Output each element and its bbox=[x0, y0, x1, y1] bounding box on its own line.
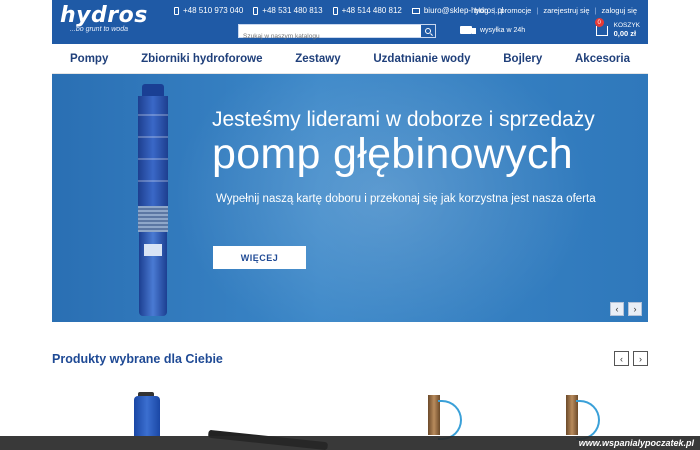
contact-phone-1[interactable]: +48 510 973 040 bbox=[174, 6, 243, 15]
cart-icon: 0 bbox=[594, 18, 608, 36]
hero-prev-button[interactable]: ‹ bbox=[610, 302, 624, 316]
nav-item-zestawy[interactable]: Zestawy bbox=[295, 53, 340, 65]
watermark-text: www.wspanialypoczatek.pl bbox=[578, 438, 694, 448]
pump-head bbox=[142, 84, 164, 96]
hero-headline: Jesteśmy liderami w doborze i sprzedaży bbox=[212, 108, 595, 131]
pump-rib bbox=[138, 114, 168, 116]
link-register[interactable]: zarejestruj się bbox=[538, 6, 594, 15]
hero-banner: Jesteśmy liderami w doborze i sprzedaży … bbox=[52, 74, 648, 322]
link-promocje[interactable]: promocje bbox=[496, 6, 537, 15]
pump-upper-body bbox=[138, 96, 168, 206]
search-icon bbox=[425, 28, 431, 34]
nav-item-zbiorniki[interactable]: Zbiorniki hydroforowe bbox=[141, 53, 262, 65]
contact-phone-3-text: +48 514 480 812 bbox=[341, 6, 402, 15]
cart-total: 0,00 zł bbox=[613, 29, 637, 38]
section-title: Produkty wybrane dla Ciebie bbox=[52, 352, 223, 366]
page: hydros ...bo grunt to woda +48 510 973 0… bbox=[0, 0, 700, 450]
phone-icon bbox=[253, 6, 259, 15]
shipping-info: wysyłka w 24h bbox=[460, 26, 525, 34]
main-nav: Pompy Zbiorniki hydroforowe Zestawy Uzda… bbox=[52, 44, 648, 74]
phone-icon bbox=[332, 6, 338, 15]
link-blog[interactable]: blog bbox=[469, 6, 493, 15]
nav-item-bojlery[interactable]: Bojlery bbox=[503, 53, 542, 65]
link-login[interactable]: zaloguj się bbox=[597, 6, 642, 15]
logo[interactable]: hydros ...bo grunt to woda bbox=[60, 3, 148, 34]
pump-intake-mesh bbox=[138, 206, 168, 232]
cart[interactable]: 0 KOSZYK 0,00 zł bbox=[594, 18, 640, 38]
hero-slider-controls: ‹ › bbox=[610, 302, 642, 316]
pump-label bbox=[144, 244, 162, 256]
nav-item-uzdatnianie[interactable]: Uzdatnianie wody bbox=[373, 53, 470, 65]
header: hydros ...bo grunt to woda +48 510 973 0… bbox=[52, 0, 648, 44]
products-next-button[interactable]: › bbox=[633, 351, 648, 366]
contact-phone-2-text: +48 531 480 813 bbox=[262, 6, 323, 15]
contact-phone-2[interactable]: +48 531 480 813 bbox=[253, 6, 323, 15]
cart-count-badge: 0 bbox=[594, 18, 604, 27]
search-button[interactable] bbox=[421, 25, 435, 37]
hero-subtitle: Wypełnij naszą kartę doboru i przekonaj … bbox=[216, 193, 596, 205]
contact-phone-3[interactable]: +48 514 480 812 bbox=[332, 6, 402, 15]
shipping-text: wysyłka w 24h bbox=[480, 26, 526, 34]
account-links: blog | promocje | zarejestruj się | zalo… bbox=[469, 6, 642, 15]
products-slider-controls: ‹ › bbox=[614, 351, 648, 366]
pump-rib bbox=[138, 158, 168, 160]
products-prev-button[interactable]: ‹ bbox=[614, 351, 629, 366]
phone-icon bbox=[174, 6, 179, 15]
product-image-water-filter[interactable] bbox=[134, 396, 160, 436]
contact-phone-1-text: +48 510 973 040 bbox=[183, 6, 244, 15]
search-box bbox=[238, 24, 436, 43]
cart-summary: KOSZYK 0,00 zł bbox=[614, 22, 640, 38]
hero-headline-large: pomp głębinowych bbox=[212, 130, 573, 178]
logo-wordmark: hydros bbox=[60, 3, 148, 28]
contact-bar: +48 510 973 040 +48 531 480 813 +48 514 … bbox=[174, 6, 504, 15]
more-button[interactable]: WIĘCEJ bbox=[213, 246, 306, 269]
hero-next-button[interactable]: › bbox=[628, 302, 642, 316]
pump-rib bbox=[138, 136, 168, 138]
product-cable bbox=[576, 400, 600, 440]
truck-icon bbox=[460, 26, 476, 34]
search-input[interactable] bbox=[239, 30, 419, 43]
nav-item-pompy[interactable]: Pompy bbox=[70, 53, 108, 65]
mail-icon bbox=[411, 7, 420, 14]
nav-item-akcesoria[interactable]: Akcesoria bbox=[575, 53, 630, 65]
product-cable bbox=[438, 400, 462, 440]
pump-rib bbox=[138, 180, 168, 182]
deep-well-pump-image bbox=[136, 84, 170, 316]
